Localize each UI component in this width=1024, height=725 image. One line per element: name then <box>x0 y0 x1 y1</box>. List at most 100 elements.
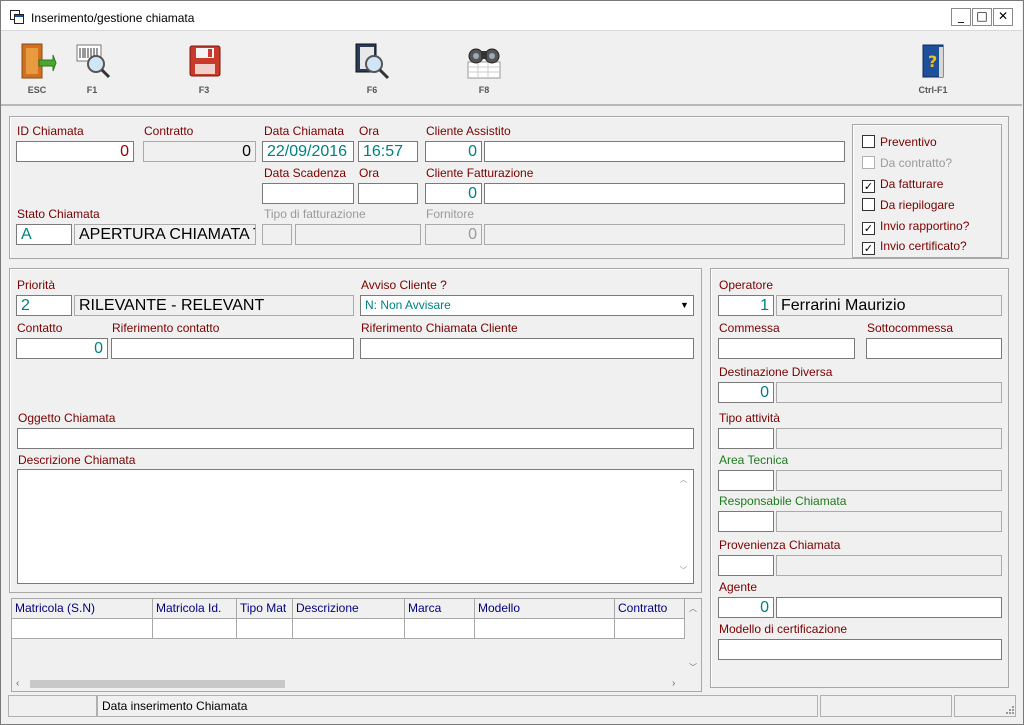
cliente-fatturazione-label: Cliente Fatturazione <box>426 166 534 180</box>
agente-code-field[interactable]: 0 <box>718 597 774 618</box>
chevron-down-icon[interactable]: ▼ <box>677 297 692 314</box>
area-tecnica-label: Area Tecnica <box>719 453 789 467</box>
tipo-attivita-label: Tipo attività <box>719 411 780 425</box>
commessa-field[interactable] <box>718 338 855 359</box>
invio-certificato-checkbox[interactable]: ✓ Invio certificato? <box>862 239 967 255</box>
app-icon <box>10 10 24 24</box>
cliente-fatturazione-name-field[interactable] <box>484 183 845 204</box>
da-fatturare-checkbox[interactable]: ✓ Da fatturare <box>862 177 943 193</box>
table-cell[interactable] <box>12 619 153 639</box>
scrollbar-thumb[interactable] <box>30 680 285 688</box>
cliente-fatturazione-code-field[interactable]: 0 <box>425 183 482 204</box>
status-cell-1 <box>8 695 97 717</box>
destinazione-label: Destinazione Diversa <box>719 365 833 379</box>
tipo-attivita-desc-field <box>776 428 1002 449</box>
scroll-down-icon[interactable]: ﹀ <box>685 662 701 673</box>
column-header[interactable]: Matricola (S.N) <box>12 599 153 619</box>
contatto-field[interactable]: 0 <box>16 338 108 359</box>
column-header[interactable]: Modello <box>475 599 615 619</box>
agente-name-field[interactable] <box>776 597 1002 618</box>
column-header[interactable]: Descrizione <box>293 599 405 619</box>
da-riepilogare-checkbox[interactable]: Da riepilogare <box>862 198 955 212</box>
table-cell[interactable] <box>237 619 293 639</box>
invio-rapportino-checkbox[interactable]: ✓ Invio rapportino? <box>862 219 969 235</box>
matricole-grid: Matricola (S.N) Matricola Id. Tipo Mat D… <box>11 598 702 692</box>
contatto-label: Contatto <box>17 321 63 335</box>
column-header[interactable]: Contratto <box>615 599 685 619</box>
sottocommessa-field[interactable] <box>866 338 1002 359</box>
checkmark-icon: ✓ <box>862 222 875 235</box>
descrizione-textarea[interactable] <box>17 469 694 584</box>
grid-horizontal-scrollbar[interactable]: ‹ › <box>12 677 685 691</box>
provenienza-code-field[interactable] <box>718 555 774 576</box>
ora-field[interactable]: 16:57 <box>358 141 418 162</box>
id-chiamata-label: ID Chiamata <box>17 124 84 138</box>
destinazione-code-field[interactable]: 0 <box>718 382 774 403</box>
area-tecnica-code-field[interactable] <box>718 470 774 491</box>
table-cell[interactable] <box>475 619 615 639</box>
ora-scadenza-field[interactable] <box>358 183 418 204</box>
operatore-label: Operatore <box>719 278 774 292</box>
table-cell[interactable] <box>293 619 405 639</box>
f8-label: F8 <box>478 85 490 95</box>
f8-button[interactable]: F8 <box>462 42 506 95</box>
avviso-cliente-select[interactable]: N: Non Avvisare <box>360 295 694 316</box>
fornitore-name-field <box>484 224 845 245</box>
scroll-up-icon[interactable]: ︿ <box>685 603 701 614</box>
scroll-right-icon[interactable]: › <box>672 678 675 689</box>
oggetto-label: Oggetto Chiamata <box>18 411 116 425</box>
binoculars-icon <box>464 42 504 82</box>
priorita-label: Priorità <box>17 278 56 292</box>
modello-certificazione-field[interactable] <box>718 639 1002 660</box>
resize-grip-icon[interactable] <box>1003 705 1015 717</box>
grid-vertical-scrollbar[interactable]: ︿ ﹀ <box>685 599 701 675</box>
table-cell[interactable] <box>405 619 475 639</box>
id-chiamata-field[interactable]: 0 <box>16 141 134 162</box>
status-cell-3 <box>820 695 952 717</box>
scroll-left-icon[interactable]: ‹ <box>16 678 19 689</box>
stato-code-field[interactable]: A <box>16 224 72 245</box>
scroll-up-icon[interactable]: ︿ <box>675 474 692 485</box>
esc-label: ESC <box>27 85 47 95</box>
responsabile-code-field[interactable] <box>718 511 774 532</box>
riferimento-cliente-field[interactable] <box>360 338 694 359</box>
close-button[interactable]: ✕ <box>993 8 1013 26</box>
scroll-down-icon[interactable]: ﹀ <box>675 565 692 576</box>
checkmark-icon: ✓ <box>862 242 875 255</box>
provenienza-label: Provenienza Chiamata <box>719 538 841 552</box>
f3-label: F3 <box>198 85 210 95</box>
modello-certificazione-label: Modello di certificazione <box>719 622 848 636</box>
f6-button[interactable]: F6 <box>350 42 394 95</box>
f6-label: F6 <box>366 85 378 95</box>
f3-button[interactable]: F3 <box>182 42 226 95</box>
riferimento-contatto-field[interactable] <box>111 338 354 359</box>
contratto-label: Contratto <box>144 124 194 138</box>
operatore-code-field[interactable]: 1 <box>718 295 774 316</box>
esc-button[interactable]: ESC <box>15 42 59 95</box>
data-scadenza-label: Data Scadenza <box>264 166 347 180</box>
f1-button[interactable]: F1 <box>70 42 114 95</box>
priorita-code-field[interactable]: 2 <box>16 295 72 316</box>
table-cell[interactable] <box>615 619 685 639</box>
help-button[interactable]: ? Ctrl-F1 <box>911 42 955 95</box>
barcode-search-icon <box>72 42 112 82</box>
data-chiamata-field[interactable]: 22/09/2016 <box>262 141 354 162</box>
data-scadenza-field[interactable] <box>262 183 354 204</box>
cliente-assistito-code-field[interactable]: 0 <box>425 141 482 162</box>
table-cell[interactable] <box>153 619 237 639</box>
maximize-button[interactable]: □ <box>972 8 992 26</box>
commessa-label: Commessa <box>719 321 780 335</box>
minimize-button[interactable]: _ <box>951 8 971 26</box>
agente-label: Agente <box>719 580 758 594</box>
preventivo-checkbox[interactable]: Preventivo <box>862 135 937 149</box>
cliente-assistito-name-field[interactable] <box>484 141 845 162</box>
riferimento-cliente-label: Riferimento Chiamata Cliente <box>361 321 518 335</box>
column-header[interactable]: Marca <box>405 599 475 619</box>
tipo-attivita-code-field[interactable] <box>718 428 774 449</box>
column-header[interactable]: Matricola Id. <box>153 599 237 619</box>
descrizione-scrollbar[interactable]: ︿ ﹀ <box>675 471 692 582</box>
tipo-fatturazione-desc-field <box>295 224 421 245</box>
column-header[interactable]: Tipo Mat <box>237 599 293 619</box>
toolbar <box>1 32 1022 106</box>
oggetto-field[interactable] <box>17 428 694 449</box>
